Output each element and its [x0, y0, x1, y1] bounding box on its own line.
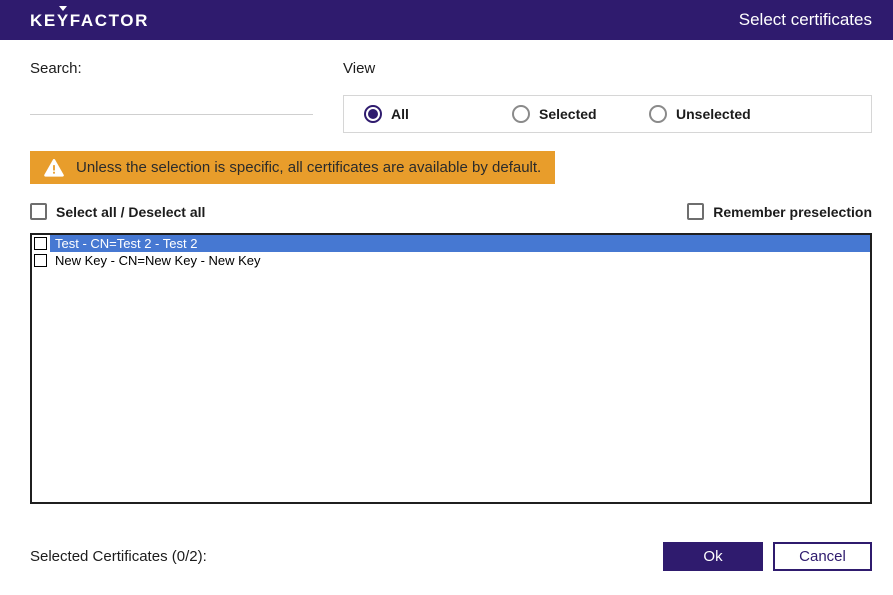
search-input[interactable]	[30, 77, 313, 115]
view-label: View	[343, 60, 872, 77]
selected-certificates-count: Selected Certificates (0/2):	[30, 548, 207, 565]
select-all-checkbox[interactable]	[30, 203, 47, 220]
logo-text-prefix: KE	[30, 12, 57, 29]
radio-all-icon[interactable]	[364, 105, 382, 123]
top-controls-row: Search: View All Selected Unselected	[30, 60, 872, 133]
view-section: View All Selected Unselected	[343, 60, 872, 133]
keyfactor-logo: KEYFACTOR	[30, 12, 149, 29]
radio-unselected-label: Unselected	[676, 106, 751, 122]
certificate-listbox[interactable]: Test - CN=Test 2 - Test 2 New Key - CN=N…	[30, 233, 872, 504]
search-label: Search:	[30, 60, 313, 77]
selection-options-row: Select all / Deselect all Remember prese…	[30, 203, 872, 220]
certificate-checkbox[interactable]	[34, 254, 47, 267]
radio-selected-label: Selected	[539, 106, 597, 122]
radio-unselected-icon[interactable]	[649, 105, 667, 123]
ok-button[interactable]: Ok	[663, 542, 763, 571]
dialog-body: Search: View All Selected Unselected	[0, 60, 893, 571]
view-radio-group: All Selected Unselected	[343, 95, 872, 133]
radio-all-label: All	[391, 106, 409, 122]
warning-triangle-icon	[44, 159, 64, 177]
radio-selected-icon[interactable]	[512, 105, 530, 123]
footer-row: Selected Certificates (0/2): Ok Cancel	[30, 542, 872, 571]
header-bar: KEYFACTOR Select certificates	[0, 0, 893, 40]
remember-preselection-label: Remember preselection	[713, 204, 872, 220]
certificate-row[interactable]: New Key - CN=New Key - New Key	[32, 252, 870, 269]
footer-buttons: Ok Cancel	[663, 542, 872, 571]
certificate-checkbox[interactable]	[34, 237, 47, 250]
certificate-row[interactable]: Test - CN=Test 2 - Test 2	[32, 235, 870, 252]
select-all-label: Select all / Deselect all	[56, 204, 205, 220]
radio-all[interactable]: All	[364, 105, 512, 123]
dialog-title: Select certificates	[739, 10, 872, 30]
certificate-label: New Key - CN=New Key - New Key	[50, 252, 870, 269]
cancel-button[interactable]: Cancel	[773, 542, 872, 571]
logo-caret-icon	[59, 6, 67, 11]
search-section: Search:	[30, 60, 313, 133]
radio-selected[interactable]: Selected	[512, 105, 649, 123]
radio-unselected[interactable]: Unselected	[649, 105, 751, 123]
remember-preselection-checkbox-item[interactable]: Remember preselection	[687, 203, 872, 220]
certificate-label: Test - CN=Test 2 - Test 2	[50, 235, 870, 252]
warning-text: Unless the selection is specific, all ce…	[76, 159, 541, 176]
select-all-checkbox-item[interactable]: Select all / Deselect all	[30, 203, 205, 220]
logo-letter-y: Y	[57, 12, 70, 29]
remember-preselection-checkbox[interactable]	[687, 203, 704, 220]
logo-text-suffix: FACTOR	[70, 12, 149, 29]
warning-banner: Unless the selection is specific, all ce…	[30, 151, 555, 184]
